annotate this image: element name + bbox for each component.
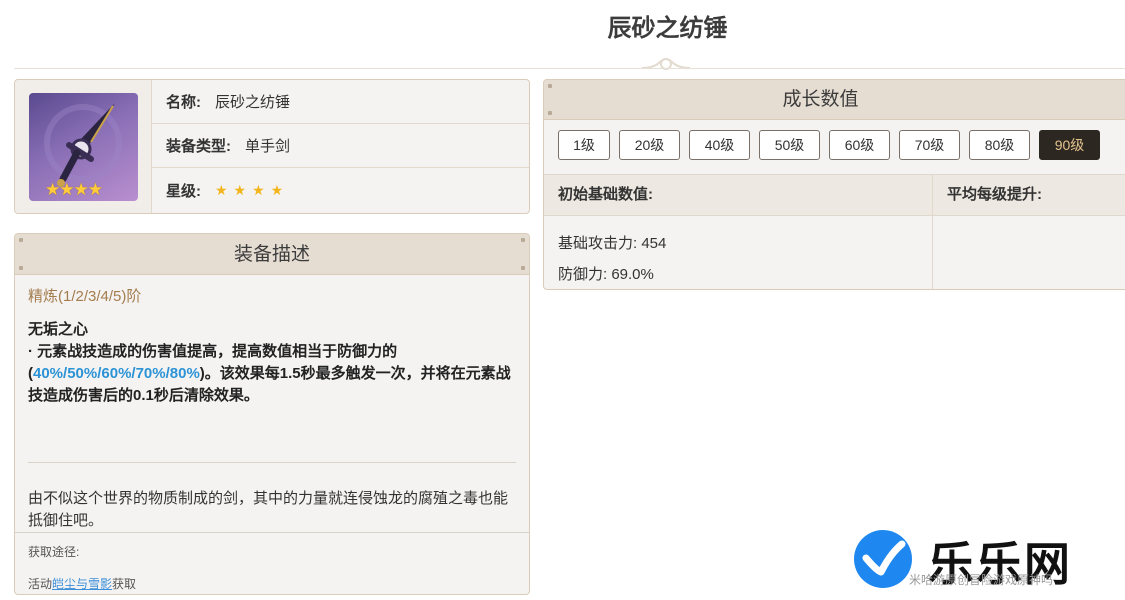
- name-value: 辰砂之纺锤: [215, 94, 291, 111]
- type-value: 单手剑: [245, 138, 291, 155]
- source-label: 获取途径:: [28, 545, 80, 559]
- level-button-60[interactable]: 60级: [829, 130, 890, 160]
- growth-title: 成长数值: [782, 89, 859, 110]
- thumbnail-stars: ★★★★: [45, 180, 103, 199]
- title-divider: [14, 68, 1125, 69]
- stats-body-row: 基础攻击力: 454 防御力: 69.0%: [544, 216, 1125, 289]
- weapon-info-card: ★★★★ 名称: 辰砂之纺锤 装备类型: 单手剑 星级: ★★★★: [14, 79, 530, 214]
- corner-dot: [548, 111, 552, 115]
- corner-dot: [19, 266, 23, 270]
- level-button-1[interactable]: 1级: [558, 130, 610, 160]
- rarity-row: 星级: ★★★★: [152, 168, 529, 212]
- stat-base-atk: 基础攻击力: 454: [558, 235, 667, 252]
- thumbnail-cell: ★★★★: [15, 80, 152, 213]
- level-button-20[interactable]: 20级: [619, 130, 680, 160]
- description-title: 装备描述: [233, 244, 310, 265]
- watermark-caption: 米哈游原创冒险游戏原神吗: [909, 573, 1054, 587]
- type-row: 装备类型: 单手剑: [152, 124, 529, 168]
- lore-text: 由不似这个世界的物质制成的剑，其中的力量就连侵蚀龙的腐殖之毒也能抵御住吧。: [28, 490, 509, 529]
- source-line: 活动皑尘与雪影获取: [28, 575, 516, 592]
- name-row: 名称: 辰砂之纺锤: [152, 80, 529, 124]
- source-event-link[interactable]: 皑尘与雪影: [52, 577, 112, 591]
- refinement-label: 精炼(1/2/3/4/5)阶: [28, 288, 142, 305]
- stat-def: 防御力: 69.0%: [558, 266, 654, 283]
- growth-header: 成长数值: [544, 80, 1125, 120]
- source-section: 获取途径: 活动皑尘与雪影获取: [15, 532, 529, 594]
- avg-growth-header: 平均每级提升:: [947, 186, 1042, 203]
- description-card: 装备描述 精炼(1/2/3/4/5)阶 无垢之心 · 元素战技造成的伤害值提高，…: [14, 233, 530, 595]
- title-ornament-icon: [641, 58, 691, 70]
- source-post: 获取: [112, 577, 137, 591]
- rarity-stars: ★★★★: [215, 181, 290, 198]
- description-header: 装备描述: [15, 234, 529, 275]
- brand-logo-icon: [854, 530, 912, 588]
- corner-dot: [521, 238, 525, 242]
- weapon-thumbnail: ★★★★: [29, 93, 138, 201]
- level-button-80[interactable]: 80级: [969, 130, 1030, 160]
- corner-dot: [19, 238, 23, 242]
- growth-card: 成长数值 1级 20级 40级 50级 60级 70级 80级 90级 初始基础…: [543, 79, 1125, 290]
- passive-text: · 元素战技造成的伤害值提高，提高数值相当于防御力的(40%/50%/60%/7…: [15, 339, 529, 407]
- level-selector: 1级 20级 40级 50级 60级 70级 80级 90级: [558, 130, 1100, 160]
- watermark: 乐乐网 米哈游原创冒险游戏原神吗: [852, 528, 1112, 591]
- rarity-key: 星级:: [166, 182, 201, 200]
- corner-dot: [521, 266, 525, 270]
- passive-name: 无垢之心: [28, 321, 89, 338]
- name-key: 名称:: [166, 94, 201, 111]
- level-button-70[interactable]: 70级: [899, 130, 960, 160]
- passive-values: 40%/50%/60%/70%/80%: [33, 365, 200, 382]
- base-stats-cell: 基础攻击力: 454 防御力: 69.0%: [544, 216, 933, 289]
- page-title: 辰砂之纺锤: [607, 15, 728, 42]
- source-pre: 活动: [28, 577, 53, 591]
- level-button-90[interactable]: 90级: [1039, 130, 1100, 160]
- level-button-40[interactable]: 40级: [689, 130, 750, 160]
- base-stats-header: 初始基础数值:: [544, 175, 933, 215]
- level-button-50[interactable]: 50级: [759, 130, 820, 160]
- corner-dot: [548, 84, 552, 88]
- stats-header-row: 初始基础数值: 平均每级提升:: [544, 174, 1125, 216]
- type-key: 装备类型:: [166, 138, 231, 155]
